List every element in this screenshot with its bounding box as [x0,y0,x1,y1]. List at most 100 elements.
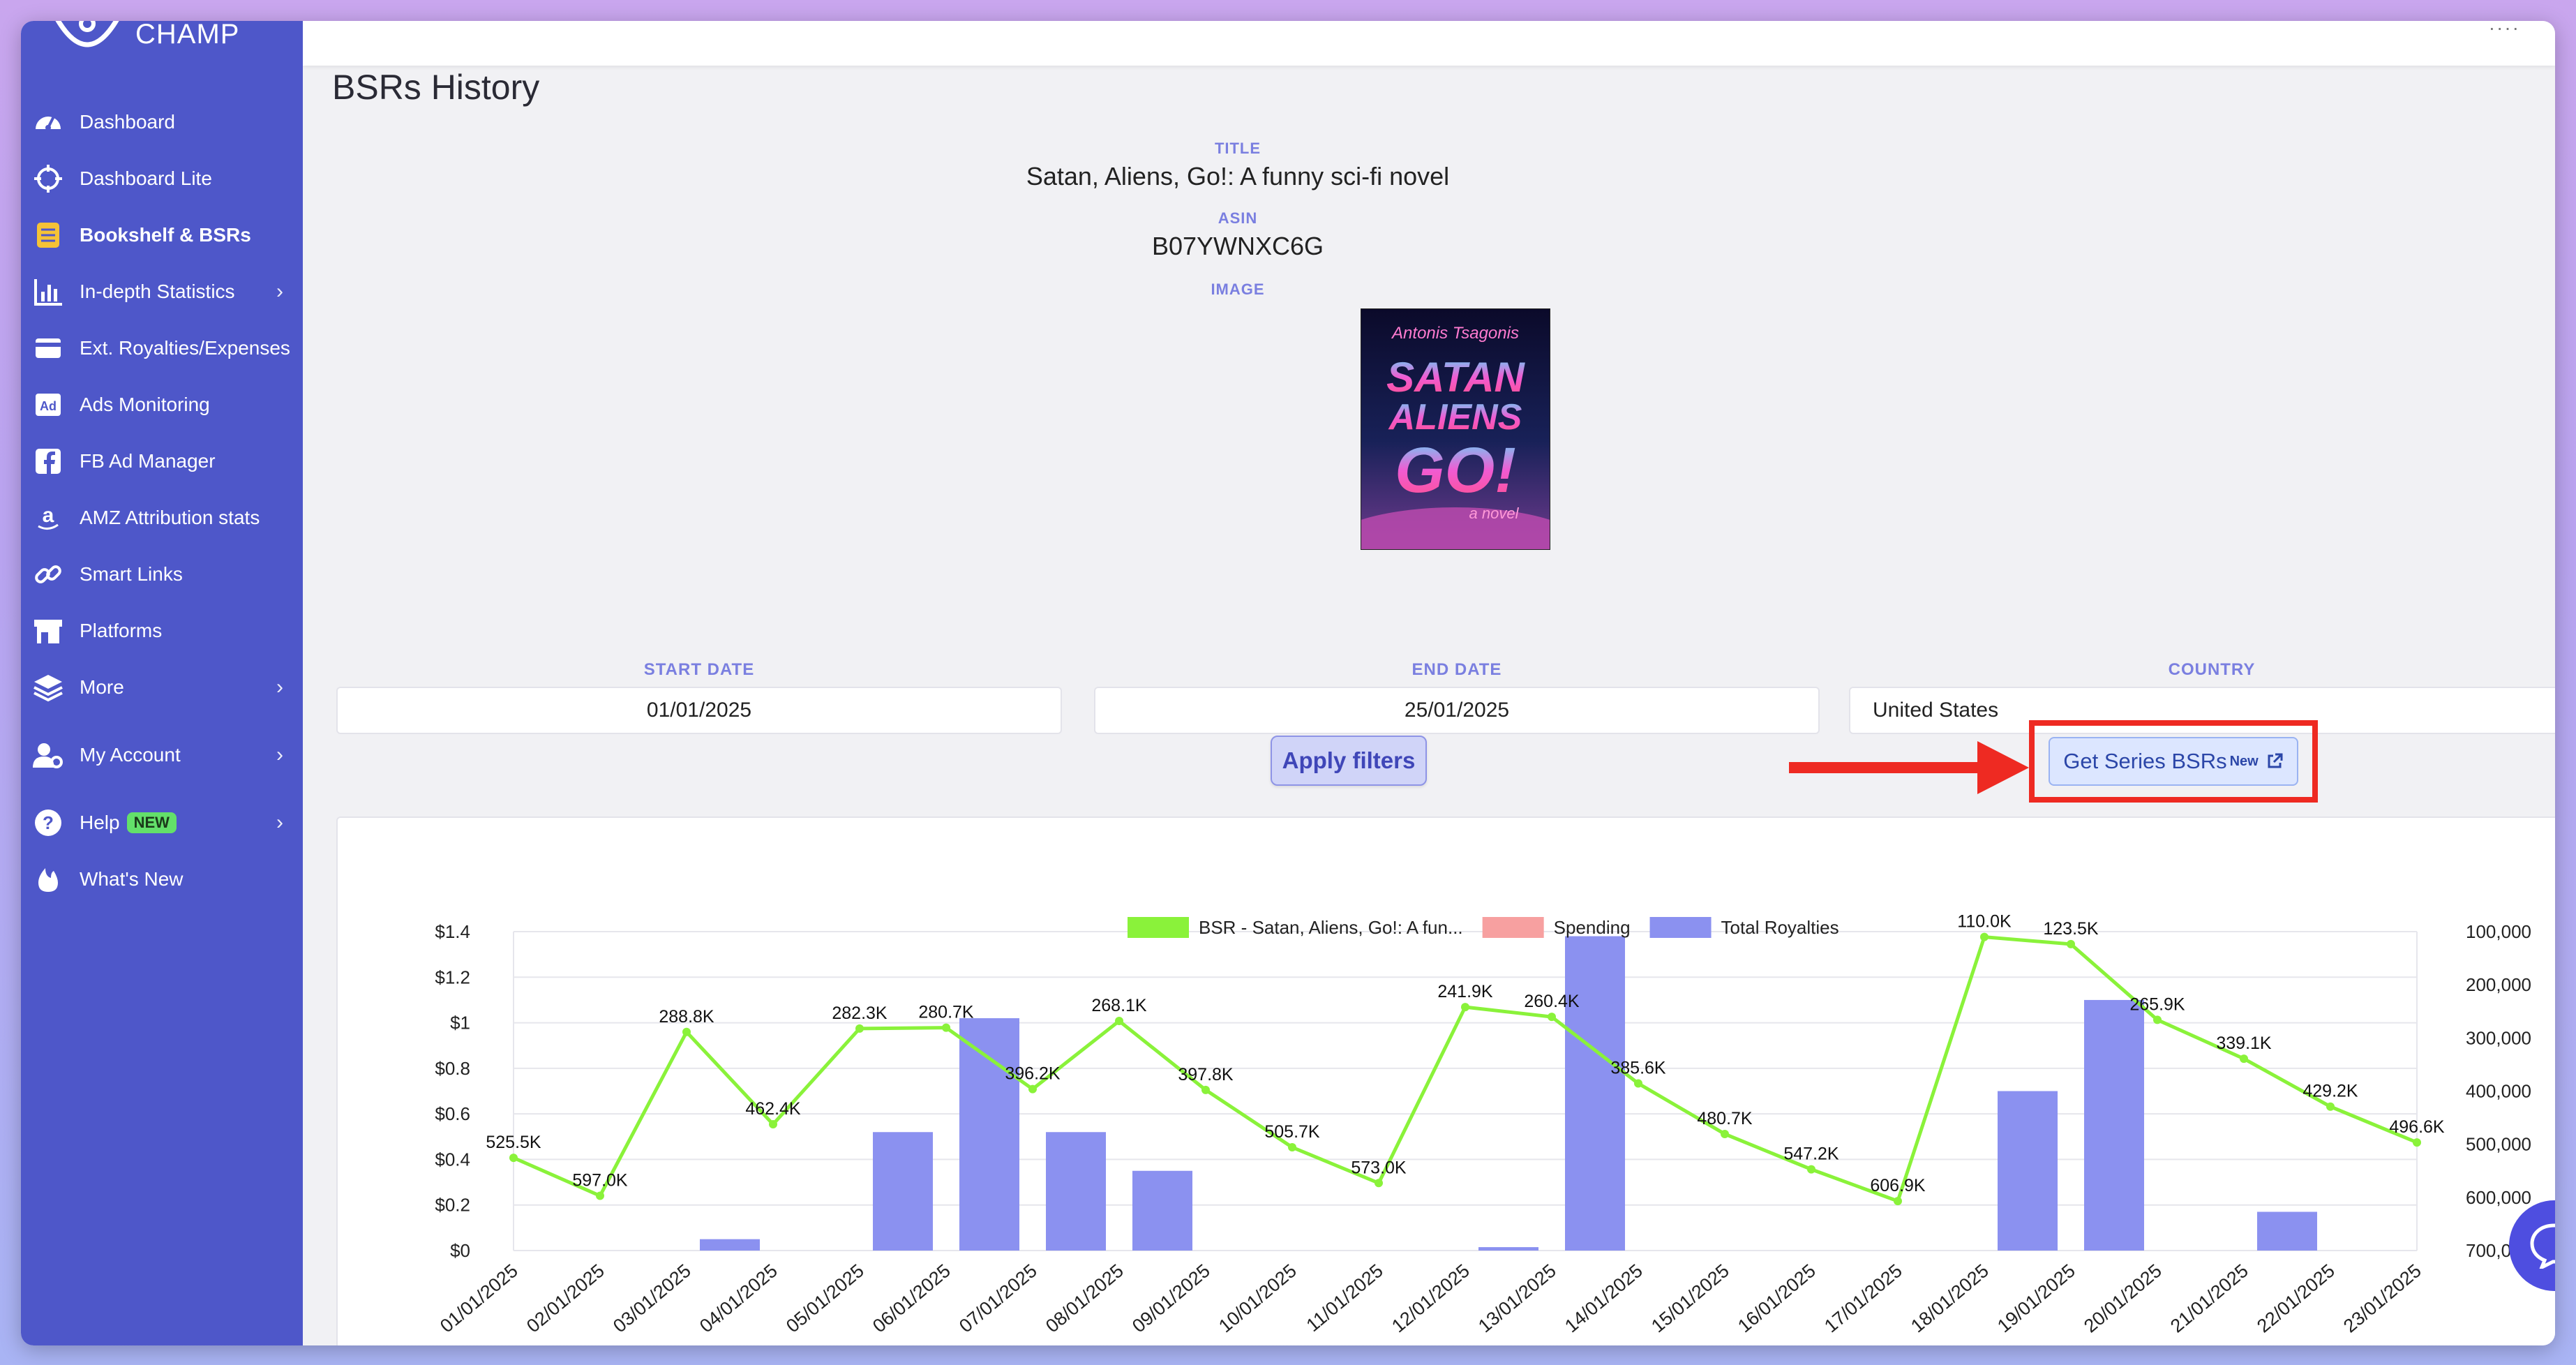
sidebar-item-smart-links[interactable]: Smart Links [21,546,303,602]
chevron-right-icon: › [276,810,283,834]
champ-logo-icon [55,21,119,47]
sidebar-item-label: Platforms [80,619,163,641]
right-axis-tick-label: 600,000 [2466,1187,2531,1208]
sidebar-item-label: In-depth Statistics [80,280,235,302]
bsr-point [1980,932,1989,941]
x-axis-tick-label: 18/01/2025 [1907,1260,1993,1337]
x-axis-tick-label: 10/01/2025 [1215,1260,1301,1337]
sidebar-item-dashboard-lite[interactable]: Dashboard Lite [21,150,303,207]
bsr-point [1115,1017,1123,1026]
sidebar-item-ext-royalties[interactable]: Ext. Royalties/Expenses [21,320,303,376]
gauge-icon [31,105,66,140]
x-axis-tick-label: 17/01/2025 [1820,1260,1906,1337]
svg-text:a: a [43,504,54,527]
x-axis-tick-label: 14/01/2025 [1561,1260,1647,1337]
bsr-data-label: 385.6K [1610,1059,1666,1078]
x-axis-tick-label: 04/01/2025 [696,1260,781,1337]
left-axis-tick-label: $0.6 [435,1103,470,1124]
sidebar-item-my-account[interactable]: My Account › [21,726,303,783]
sidebar-item-label: Dashboard [80,110,175,133]
bsr-data-label: 288.8K [659,1007,714,1027]
bsr-data-label: 397.8K [1178,1065,1234,1084]
sidebar-item-label: Dashboard Lite [80,167,212,189]
bsr-point [1894,1197,1902,1206]
sidebar-item-in-depth-statistics[interactable]: In-depth Statistics › [21,263,303,320]
legend-swatch [1649,917,1712,938]
bsr-history-chart: $0 $0.2 $0.4 $0.6 $0.8 $1 $1.2 $1.4 100,000 200,0… [435,912,2531,1337]
sidebar-item-bookshelf[interactable]: Bookshelf & BSRs [21,207,303,263]
bsr-point [2153,1015,2162,1024]
chevron-right-icon: › [276,743,283,766]
brand-logo[interactable]: CHAMP [49,21,239,66]
link-icon [31,557,66,592]
bar-chart-icon [31,274,66,309]
royalties-bar [1478,1247,1538,1251]
bsr-data-label: 241.9K [1437,982,1493,1001]
sidebar-item-label: Help [80,811,120,833]
left-axis-tick-label: $0.8 [435,1058,470,1079]
bsr-data-label: 573.0K [1351,1158,1407,1177]
bsr-data-label: 280.7K [918,1003,974,1022]
crosshair-icon [31,161,66,196]
bsr-point [1634,1079,1642,1088]
bsr-data-label: 547.2K [1783,1144,1839,1164]
bsr-point [2240,1054,2248,1064]
bsr-point [942,1023,950,1032]
bsr-point [769,1120,777,1129]
chevron-right-icon: › [276,675,283,699]
x-axis-tick-label: 02/01/2025 [523,1260,608,1337]
royalties-bar [2084,999,2144,1251]
x-axis-tick-label: 11/01/2025 [1303,1260,1387,1336]
bsr-point [1461,1003,1469,1012]
sidebar-item-fb-ad-manager[interactable]: FB Ad Manager [21,433,303,489]
sidebar-nav: Dashboard Dashboard Lite Bookshelf & BSR… [21,94,303,907]
new-badge: NEW [126,812,177,833]
sidebar-item-ads-monitoring[interactable]: Ad Ads Monitoring [21,376,303,433]
svg-text:Ad: Ad [40,399,57,413]
left-axis-tick-label: $1.4 [435,921,470,942]
user-gear-icon [31,738,66,773]
right-axis-tick-label: 300,000 [2466,1027,2531,1048]
left-axis-tick-label: $0 [450,1240,470,1261]
brand-name: CHAMP [135,21,240,50]
facebook-icon [31,444,66,479]
x-axis-tick-label: 01/01/2025 [436,1260,522,1337]
sidebar-item-more[interactable]: More › [21,659,303,715]
bsr-data-label: 268.1K [1091,996,1147,1015]
legend-swatch [1128,917,1189,938]
flame-icon [31,862,66,897]
question-icon: ? [31,805,66,840]
bsr-data-label: 282.3K [832,1004,888,1023]
x-axis-tick-label: 06/01/2025 [869,1260,954,1337]
sidebar-item-dashboard[interactable]: Dashboard [21,94,303,150]
x-axis-tick-label: 19/01/2025 [1993,1260,2079,1337]
bsr-point [2326,1102,2335,1111]
right-axis-tick-label: 200,000 [2466,974,2531,995]
chevron-right-icon: › [276,279,283,303]
x-axis-tick-label: 12/01/2025 [1388,1260,1474,1337]
bsr-point [682,1027,691,1036]
royalties-bar [1046,1132,1106,1251]
amazon-icon: a [31,500,66,535]
left-axis-tick-label: $1 [450,1013,470,1034]
bsr-point [855,1024,864,1033]
wallet-icon [31,331,66,366]
sidebar-item-amz-attribution[interactable]: a AMZ Attribution stats [21,489,303,546]
bsr-data-label: 505.7K [1264,1122,1320,1142]
sidebar-item-label: Smart Links [80,562,183,585]
royalties-bar [2257,1211,2317,1251]
bsr-point [596,1191,604,1200]
bsr-point [1721,1129,1729,1138]
right-axis-tick-label: 400,000 [2466,1081,2531,1102]
legend-swatch [1482,917,1544,938]
sidebar-item-help[interactable]: ? Help NEW › [21,794,303,851]
sidebar-item-whats-new[interactable]: What's New [21,851,303,907]
x-axis-tick-label: 22/01/2025 [2253,1260,2339,1337]
bsr-point [2413,1138,2421,1147]
sidebar-item-label: FB Ad Manager [80,449,216,472]
x-axis-tick-label: 13/01/2025 [1474,1260,1560,1337]
sidebar-item-label: What's New [80,867,184,890]
sidebar-item-platforms[interactable]: Platforms [21,602,303,659]
svg-text:?: ? [43,812,54,833]
royalties-bar [959,1018,1019,1251]
